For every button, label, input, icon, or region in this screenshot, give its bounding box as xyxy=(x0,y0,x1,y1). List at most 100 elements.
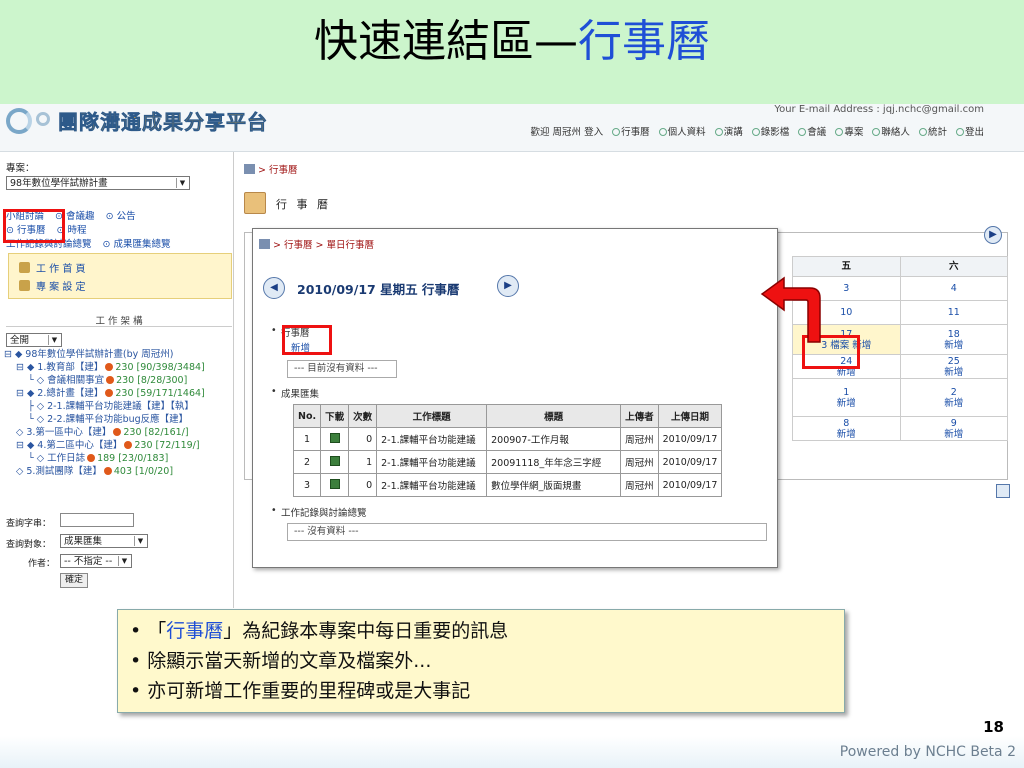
nav-item-contacts[interactable]: 聯絡人 xyxy=(872,127,910,138)
expand-icon[interactable] xyxy=(996,484,1010,498)
expand-select-value: 全開 xyxy=(10,335,30,346)
menu-work-home[interactable]: 工 作 首 頁 xyxy=(19,260,86,275)
target-label: 查詢對象： xyxy=(6,540,52,550)
calendar-icon xyxy=(244,192,266,214)
tree-node[interactable]: ⊟ ◆ 2.總計畫【建】 230 [59/171/1464] xyxy=(4,387,232,400)
welcome-text: 歡迎 周冠州 登入 xyxy=(530,127,604,138)
next-month-button[interactable]: ▶ xyxy=(984,226,1002,244)
expand-select[interactable]: 全開 ▼ xyxy=(6,333,62,347)
link-results-overview[interactable]: ⊙ 成果匯集總覽 xyxy=(103,239,171,250)
nav-dot-icon xyxy=(751,128,760,136)
tree-node[interactable]: └ ◇ 會議相關事宜 230 [8/28/300] xyxy=(4,374,232,387)
calendar-cell[interactable]: 11 xyxy=(899,300,1008,325)
nav-dot-icon xyxy=(658,128,667,136)
chevron-down-icon: ▼ xyxy=(48,335,60,345)
col-header: 次數 xyxy=(348,404,378,428)
logo-icon xyxy=(6,108,32,134)
calendar-cell[interactable]: 25 新增 xyxy=(899,354,1008,379)
link-announcements[interactable]: ⊙ 公告 xyxy=(106,211,136,222)
nav-item-videos[interactable]: 錄影檔 xyxy=(751,127,789,138)
tree-node[interactable]: ◇ 5.測試團隊【建】 403 [1/0/20] xyxy=(4,465,232,478)
calendar-title: 行 事 曆 xyxy=(276,198,331,211)
query-label: 查詢字串： xyxy=(6,519,52,529)
platform-name: 團隊溝通成果分享平台 xyxy=(58,110,268,135)
tree-node[interactable]: └ ◇ 工作日誌 189 [23/0/183] xyxy=(4,452,232,465)
calendar-cell[interactable]: 9 新增 xyxy=(899,416,1008,441)
file-title-link[interactable]: 數位學伴網_版面規畫 xyxy=(486,473,622,497)
nav-item-calendar[interactable]: 行事曆 xyxy=(612,127,650,138)
nav-item-meetings[interactable]: 會議 xyxy=(798,127,826,138)
note-line-3: • 亦可新增工作重要的里程碑或是大事記 xyxy=(130,680,471,702)
highlight-box-add xyxy=(282,325,332,355)
file-title-link[interactable]: 200907-工作月報 xyxy=(486,427,622,451)
slide-title-main: 快速連結區— xyxy=(314,16,578,67)
breadcrumb: > 行事曆 xyxy=(244,162,297,176)
status-dot-icon xyxy=(105,389,114,397)
slide-title-band: 快速連結區—行事曆 xyxy=(0,0,1024,104)
nav-item-profile[interactable]: 個人資料 xyxy=(658,127,706,138)
nav-item-stats[interactable]: 統計 xyxy=(918,127,947,138)
nav-dot-icon xyxy=(872,128,881,136)
files-table: No. 下載 次數 工作標題 標題 上傳者 上傳日期 1 0 2-1.課輔平台功… xyxy=(292,404,723,497)
top-nav: 歡迎 周冠州 登入 行事曆 個人資料 演講 錄影檔 會議 專案 聯絡人 統計 登… xyxy=(525,124,984,138)
col-header: 標題 xyxy=(486,404,622,428)
powered-by: Powered by NCHC Beta 2 xyxy=(839,744,1016,760)
download-icon[interactable] xyxy=(329,432,340,443)
menu-project-settings[interactable]: 專 案 設 定 xyxy=(19,278,86,293)
col-header: No. xyxy=(292,404,322,428)
weekday-header: 五 xyxy=(792,256,901,277)
prev-day-button[interactable]: ◀ xyxy=(263,277,285,299)
nav-dot-icon xyxy=(612,128,621,136)
logo-icon-small xyxy=(36,112,50,126)
query-input[interactable] xyxy=(60,513,134,527)
calendar-cell[interactable]: 8 新增 xyxy=(792,416,901,441)
nav-dot-icon xyxy=(955,128,964,136)
author-select-value: -- 不指定 -- xyxy=(64,556,113,567)
submit-button[interactable]: 確定 xyxy=(60,573,89,588)
section-work-records: 工作記錄與討論總覽 xyxy=(271,505,366,519)
notes-box: • 「行事曆」為紀錄本專案中每日重要的訊息 • 除顯示當天新增的文章及檔案外..… xyxy=(117,609,845,713)
status-dot-icon xyxy=(106,376,115,384)
home-icon[interactable] xyxy=(244,164,255,174)
email-address: Your E-mail Address : jqj.nchc@gmail.com xyxy=(774,104,984,115)
tree-node[interactable]: └ ◇ 2-2.課輔平台功能bug反應【建】 xyxy=(4,413,232,426)
project-tree: ⊟ ◆ 98年數位學伴試辦計畫(by 周冠州) ⊟ ◆ 1.教育部【建】 230 … xyxy=(4,348,232,478)
nav-dot-icon xyxy=(798,128,807,136)
calendar-cell[interactable]: 18 新增 xyxy=(899,324,1008,355)
popup-breadcrumb: > 行事曆 > 單日行事曆 xyxy=(259,237,374,251)
tree-node[interactable]: ◇ 3.第一區中心【建】 230 [82/161/] xyxy=(4,426,232,439)
house-icon xyxy=(19,262,30,273)
nav-dot-icon xyxy=(835,128,844,136)
target-select[interactable]: 成果匯集 ▼ xyxy=(60,534,148,548)
callout-arrow-icon xyxy=(760,276,821,343)
status-dot-icon xyxy=(105,363,114,371)
app-header: 團隊溝通成果分享平台 Your E-mail Address : jqj.nch… xyxy=(0,104,1024,152)
chevron-down-icon: ▼ xyxy=(118,556,130,566)
structure-title: 工 作 架 構 xyxy=(6,313,232,327)
nav-dot-icon xyxy=(714,128,723,136)
author-select[interactable]: -- 不指定 -- ▼ xyxy=(60,554,132,568)
file-title-link[interactable]: 20091118_年年念三字經 xyxy=(486,450,622,474)
tree-node[interactable]: ⊟ ◆ 4.第二區中心【建】 230 [72/119/] xyxy=(4,439,232,452)
tree-node[interactable]: ├ ◇ 2-1.課輔平台功能建議【建】【執】 xyxy=(4,400,232,413)
tree-node[interactable]: ⊟ ◆ 98年數位學伴試辦計畫(by 周冠州) xyxy=(4,348,232,361)
page-number: 18 xyxy=(983,718,1004,736)
slide-title: 快速連結區—行事曆 xyxy=(0,12,1024,72)
tree-node[interactable]: ⊟ ◆ 1.教育部【建】 230 [90/398/3484] xyxy=(4,361,232,374)
project-label: 專案： xyxy=(6,163,35,174)
download-icon[interactable] xyxy=(329,478,340,489)
nav-item-projects[interactable]: 專案 xyxy=(835,127,863,138)
download-icon[interactable] xyxy=(329,455,340,466)
next-day-button[interactable]: ▶ xyxy=(497,275,519,297)
calendar-cell[interactable]: 1 新增 xyxy=(792,378,901,417)
home-icon[interactable] xyxy=(259,239,270,249)
nav-item-logout[interactable]: 登出 xyxy=(955,127,984,138)
calendar-cell[interactable]: 2 新增 xyxy=(899,378,1008,417)
empty-message: --- 目前沒有資料 --- xyxy=(287,360,397,378)
empty-message: --- 沒有資料 --- xyxy=(287,523,767,541)
project-select[interactable]: 98年數位學伴試辦計畫 ▼ xyxy=(6,176,190,190)
breadcrumb-calendar[interactable]: > 行事曆 xyxy=(258,165,297,176)
nav-item-talks[interactable]: 演講 xyxy=(714,127,743,138)
note-line-2: • 除顯示當天新增的文章及檔案外... xyxy=(130,650,432,672)
calendar-cell[interactable]: 4 xyxy=(899,276,1008,301)
